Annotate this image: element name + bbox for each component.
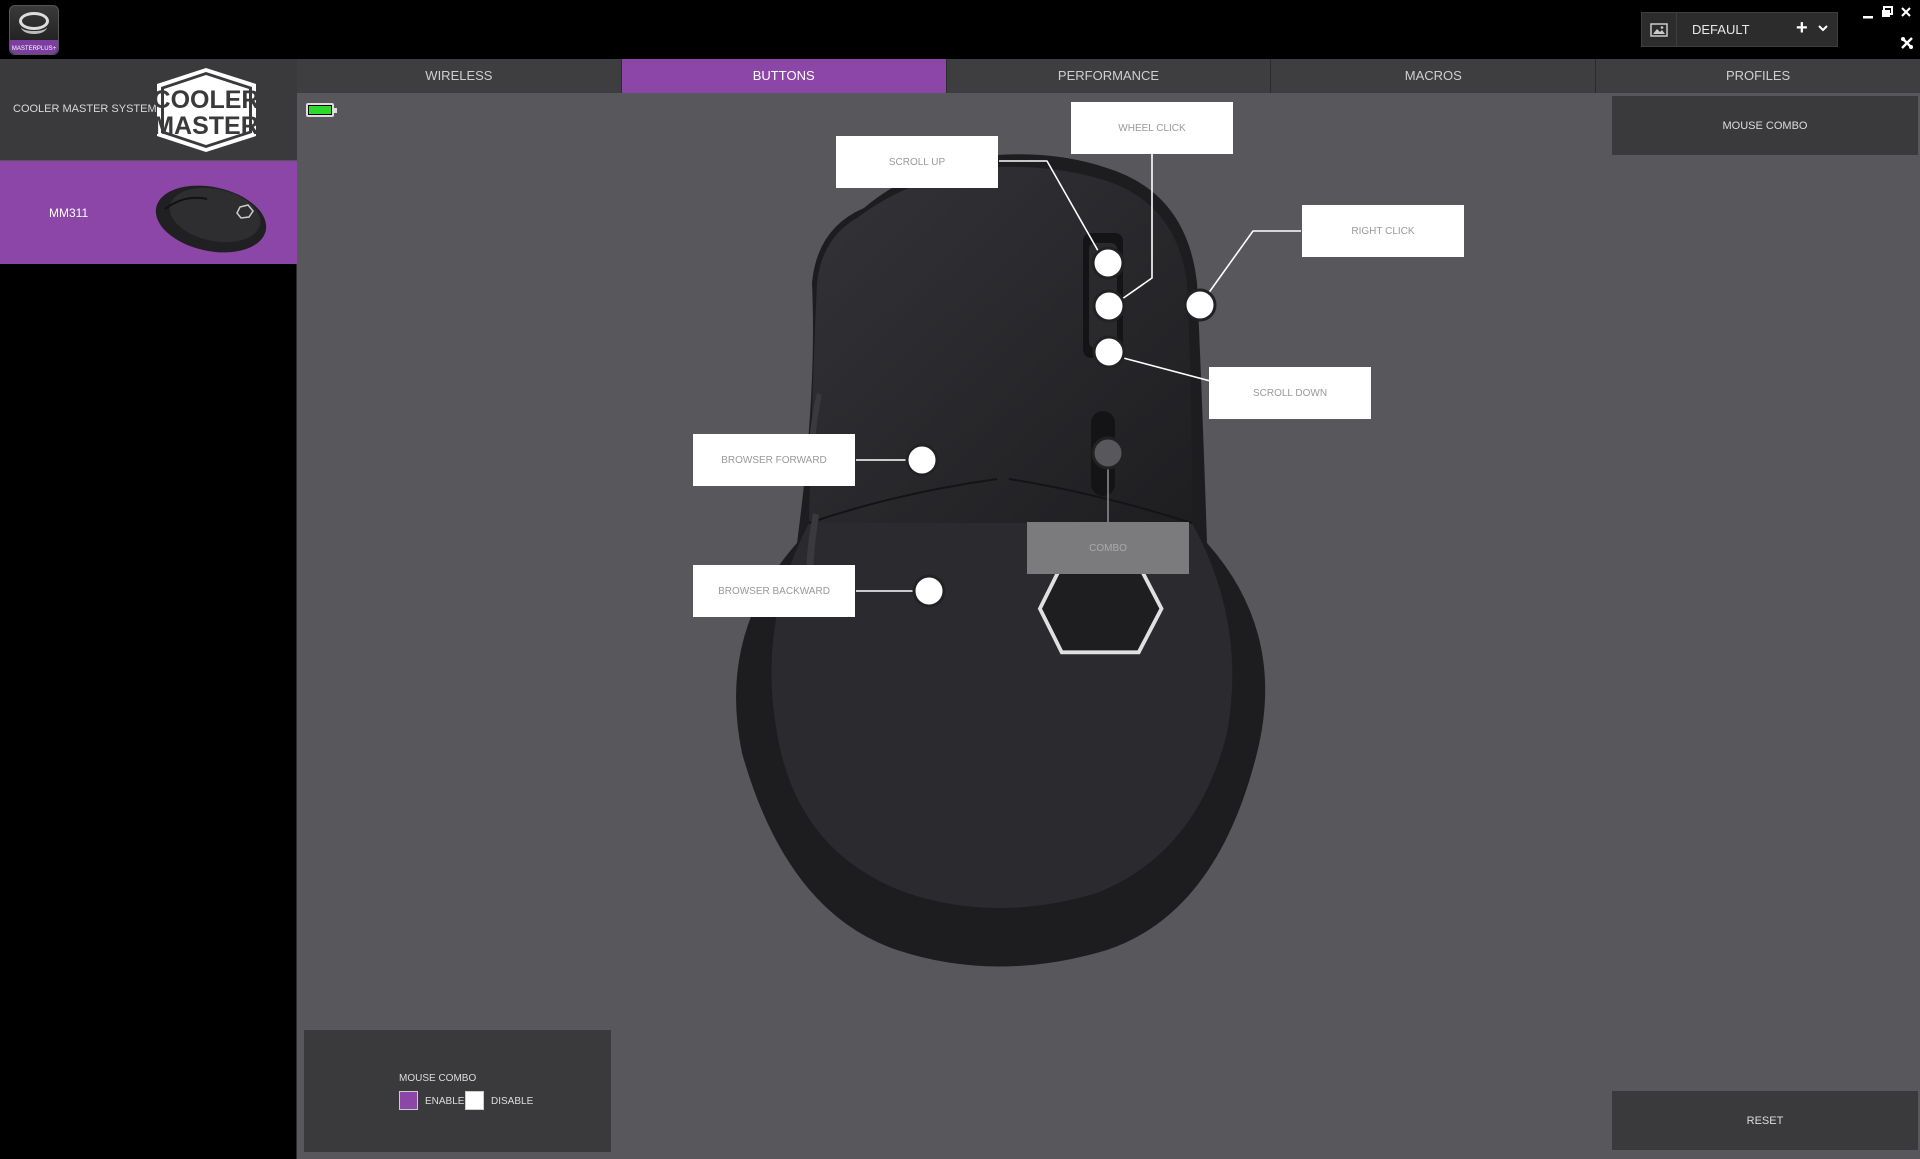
device-cooler-master-system[interactable]: COOLER MASTER SYSTEM COOLER MASTER [0, 59, 297, 161]
enable-combo-radio[interactable] [399, 1091, 418, 1110]
combo-button[interactable]: COMBO [1027, 522, 1189, 574]
app-window: MASTERPLUS+ DEFAULT + COOLER MASTER SYST… [0, 0, 1920, 1159]
wheel-click-button[interactable]: WHEEL CLICK [1071, 102, 1233, 154]
logo-text-master: MASTER [153, 112, 259, 140]
mouse-combo-panel-header[interactable]: MOUSE COMBO [1612, 96, 1918, 155]
browser-backward-button[interactable]: BROWSER BACKWARD [693, 565, 855, 617]
combo-marker [1091, 436, 1125, 470]
browser-forward-marker [905, 443, 939, 477]
right-click-marker [1183, 288, 1217, 322]
scroll-up-button[interactable]: SCROLL UP [836, 136, 998, 188]
cooler-master-logo: COOLER MASTER [153, 68, 260, 152]
scroll-down-marker [1092, 335, 1126, 369]
device-label: COOLER MASTER SYSTEM [13, 103, 157, 115]
restore-icon[interactable] [1881, 6, 1893, 21]
mouse-combo-settings: MOUSE COMBO ENABLE DISABLE [304, 1030, 611, 1152]
profile-name: DEFAULT [1692, 22, 1750, 37]
tab-macros[interactable]: MACROS [1271, 59, 1597, 93]
disable-label: DISABLE [491, 1096, 534, 1107]
reset-button[interactable]: RESET [1612, 1091, 1918, 1150]
device-sidebar: COOLER MASTER SYSTEM COOLER MASTER MM311 [0, 59, 297, 1159]
minimize-icon[interactable] [1862, 8, 1874, 23]
top-bar: MASTERPLUS+ DEFAULT + [0, 0, 1920, 59]
device-label: MM311 [49, 206, 89, 220]
chevron-down-icon[interactable] [1818, 21, 1828, 35]
device-mm311[interactable]: MM311 [0, 161, 297, 264]
mouse-diagram [736, 153, 1319, 967]
browser-forward-button[interactable]: BROWSER FORWARD [693, 434, 855, 486]
add-profile-icon[interactable]: + [1796, 17, 1808, 40]
mouse-thumbnail [155, 185, 267, 253]
mouse-top-shell [809, 166, 1192, 523]
tab-buttons[interactable]: BUTTONS [621, 59, 947, 93]
tab-performance[interactable]: PERFORMANCE [947, 59, 1272, 93]
profile-selector[interactable]: DEFAULT + [1641, 12, 1838, 47]
image-icon[interactable] [1642, 13, 1677, 46]
logo-text: MASTERPLUS+ [11, 46, 57, 52]
enable-label: ENABLE [425, 1096, 465, 1107]
wheel-click-marker [1092, 289, 1126, 323]
close-icon[interactable] [1900, 6, 1912, 21]
mouse-combo-title: MOUSE COMBO [399, 1073, 477, 1084]
buttons-panel: SCROLL UP WHEEL CLICK RIGHT CLICK SCROLL… [297, 93, 1920, 1159]
tab-wireless[interactable]: WIRELESS [297, 59, 622, 93]
scroll-down-button[interactable]: SCROLL DOWN [1209, 367, 1371, 419]
cooler-master-hex-logo [1037, 563, 1164, 655]
logo-text-cooler: COOLER [153, 86, 260, 114]
masterplus-logo[interactable]: MASTERPLUS+ [9, 5, 59, 55]
browser-backward-marker [912, 574, 946, 608]
scroll-up-marker [1091, 246, 1125, 280]
right-click-button[interactable]: RIGHT CLICK [1302, 205, 1464, 257]
disable-combo-radio[interactable] [465, 1091, 484, 1110]
tab-bar: WIRELESS BUTTONS PERFORMANCE MACROS PROF… [297, 59, 1920, 93]
tools-icon[interactable] [1900, 36, 1914, 53]
tab-profiles[interactable]: PROFILES [1596, 59, 1920, 93]
